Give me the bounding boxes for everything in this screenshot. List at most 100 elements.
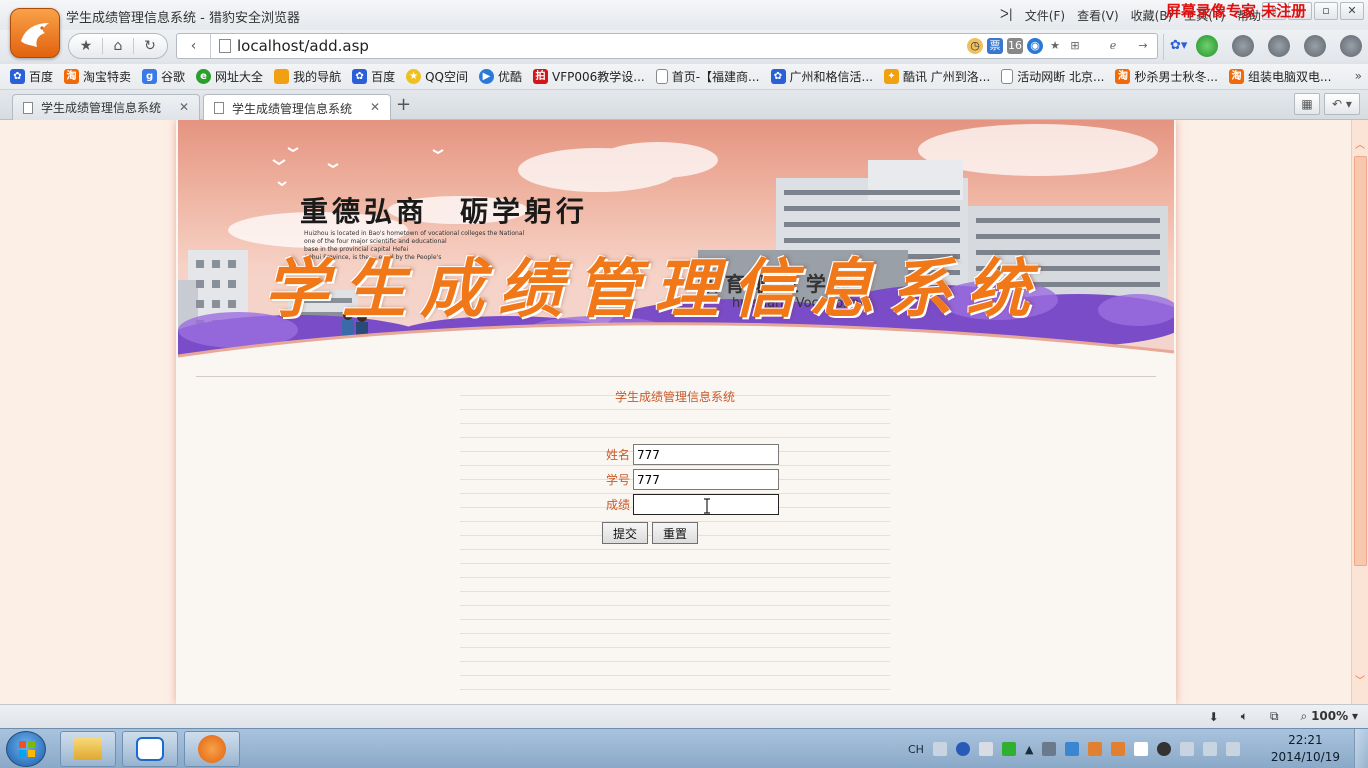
cheetah-logo-icon[interactable] (10, 8, 60, 58)
paw-icon: ✿ (770, 69, 786, 84)
menu-view[interactable]: 查看(V) (1077, 7, 1119, 24)
speaker-icon[interactable] (1180, 742, 1195, 756)
clock-icon[interactable]: ◷ (967, 38, 983, 54)
refresh-icon[interactable]: ↻ (134, 38, 166, 54)
start-button[interactable] (6, 731, 46, 767)
bookmark-star-icon[interactable]: ★ (1047, 38, 1063, 54)
home-icon[interactable]: ⌂ (102, 38, 134, 54)
nav-button-group: ★ ⌂ ↻ (68, 33, 168, 59)
forward-arrow-icon[interactable]: → (1135, 38, 1151, 54)
taobao-icon: 淘 (1228, 69, 1244, 84)
bookmark-item[interactable]: ✦ 酷讯 广州到洛... (883, 68, 990, 85)
qq-icon[interactable] (1157, 742, 1172, 756)
undo-close-icon[interactable]: ↶ ▾ (1324, 93, 1360, 115)
banner-motto: 重德弘商 砺学躬行 (300, 195, 589, 228)
url-input[interactable] (237, 37, 537, 55)
ie-mode-icon[interactable]: ℯ (1105, 38, 1121, 54)
kuxun-icon: ✦ (883, 69, 899, 84)
extension-icon-4[interactable] (1304, 35, 1326, 57)
tray-tiger-icon-2[interactable] (1111, 742, 1126, 756)
extension-green-icon[interactable] (1196, 35, 1218, 57)
menu-collapse-icon[interactable]: ᐳ| (1000, 7, 1013, 24)
folder-icon (74, 738, 102, 760)
scroll-up-icon[interactable]: ︿ (1355, 136, 1365, 151)
maximize-button[interactable]: ▫ (1314, 2, 1338, 20)
bookmark-item[interactable]: 淘组装电脑双电... (1228, 68, 1331, 85)
show-desktop-button[interactable] (1354, 729, 1368, 768)
volume-icon[interactable]: 🔈︎ (1241, 709, 1248, 724)
new-tab-button[interactable]: + (396, 94, 411, 115)
extension-buttons (1196, 35, 1362, 57)
grid-icon[interactable]: ⊞ (1067, 38, 1083, 54)
help-icon[interactable] (955, 742, 970, 756)
input-language[interactable]: CH (908, 743, 924, 756)
bookmark-item[interactable]: ✿ 广州和格信活... (770, 68, 873, 85)
window-mode-icon[interactable]: ⧉ (1270, 709, 1279, 724)
menu-file[interactable]: 文件(F) (1025, 7, 1065, 24)
tab-student-system-1[interactable]: 学生成绩管理信息系统 ✕ (12, 94, 200, 120)
tray-app-icon[interactable] (1042, 742, 1057, 756)
bookmark-item[interactable]: ✿ 百度 (10, 68, 53, 85)
bookmark-item[interactable]: ★ QQ空间 (406, 68, 468, 85)
signal-icon[interactable] (1203, 742, 1218, 756)
bookmark-item[interactable]: ✿ 百度 (352, 68, 395, 85)
scroll-down-icon[interactable]: ﹀ (1355, 672, 1365, 687)
bookmark-item[interactable]: 淘秒杀男士秋冬... (1115, 68, 1218, 85)
taskbar-app-2[interactable] (122, 731, 178, 767)
ime-options-icon[interactable] (978, 742, 993, 756)
student-id-input[interactable] (633, 469, 779, 490)
ticket-icon[interactable]: 票 (987, 38, 1003, 54)
extension-icon-5[interactable] (1340, 35, 1362, 57)
flag-icon[interactable] (1226, 742, 1241, 756)
bookmark-item[interactable]: e 网址大全 (196, 68, 263, 85)
header-banner: 重德弘商 砺学躬行 Huizhou is located in Bao's ho… (178, 120, 1174, 368)
zoom-icon: ⌕ (1300, 709, 1308, 723)
bookmark-item[interactable]: 淘淘宝特卖 (64, 68, 131, 85)
bookmark-item[interactable]: g 谷歌 (142, 68, 185, 85)
tray-device-icon[interactable] (1134, 742, 1149, 756)
extension-icon-3[interactable] (1268, 35, 1290, 57)
vertical-scrollbar[interactable]: ︿ ﹀ (1351, 120, 1368, 704)
reset-button[interactable]: 重置 (652, 522, 699, 544)
folder-icon (274, 69, 290, 84)
favorite-star-icon[interactable]: ★ (70, 38, 102, 54)
tray-tiger-icon[interactable] (1088, 742, 1103, 756)
baidu-paw-icon[interactable]: ✿▾ (1170, 38, 1187, 53)
tab-student-system-2[interactable]: 学生成绩管理信息系统 ✕ (203, 94, 391, 121)
back-arrow-icon[interactable]: ‹ (177, 34, 211, 58)
close-window-button[interactable]: ✕ (1340, 2, 1364, 20)
wifi-icon[interactable] (1001, 742, 1016, 756)
taskbar-browser[interactable] (184, 731, 240, 767)
form-row-score: 成绩 (600, 494, 779, 515)
page-icon (214, 102, 224, 114)
cheetah-browser-icon (198, 735, 226, 763)
tray-network-icon[interactable] (1065, 742, 1080, 756)
red-icon: 拍 (533, 69, 549, 84)
google-icon: g (142, 69, 158, 84)
page-viewport: 重德弘商 砺学躬行 Huizhou is located in Bao's ho… (0, 120, 1351, 704)
search-site-icon[interactable]: ◉ (1027, 38, 1043, 54)
extension-icon-2[interactable] (1232, 35, 1254, 57)
taskbar-explorer[interactable] (60, 731, 116, 767)
address-bar-icons: ◷ 票 16 ◉ ★ ⊞ ℯ → (967, 38, 1151, 54)
scrollbar-thumb[interactable] (1354, 156, 1367, 566)
globe-icon: e (196, 69, 212, 84)
close-tab-icon[interactable]: ✕ (370, 100, 380, 114)
bookmark-item[interactable]: ▶ 优酷 (479, 68, 522, 85)
bookmarks-more-icon[interactable]: » (1355, 69, 1362, 83)
zoom-control[interactable]: ⌕ 100% ▾ (1301, 709, 1358, 724)
name-input[interactable] (633, 444, 779, 465)
system-clock[interactable]: 22:21 2014/10/19 (1271, 732, 1340, 766)
bookmark-item[interactable]: 首页-【福建商... (655, 68, 760, 85)
tray-expand-icon[interactable]: ▲ (1025, 743, 1033, 756)
speed-icon[interactable]: 16 (1007, 38, 1023, 54)
bookmark-item[interactable]: 拍 VFP006教学设... (533, 68, 645, 85)
bookmark-item[interactable]: 我的导航 (274, 68, 341, 85)
grid-view-icon[interactable]: ▦ (1294, 93, 1320, 115)
download-icon[interactable]: ⬇ (1209, 710, 1219, 724)
close-tab-icon[interactable]: ✕ (179, 100, 189, 114)
clock-time: 22:21 (1288, 733, 1323, 747)
keyboard-icon[interactable] (932, 742, 947, 756)
submit-button[interactable]: 提交 (602, 522, 649, 544)
bookmark-item[interactable]: 活动网断 北京... (1001, 68, 1104, 85)
